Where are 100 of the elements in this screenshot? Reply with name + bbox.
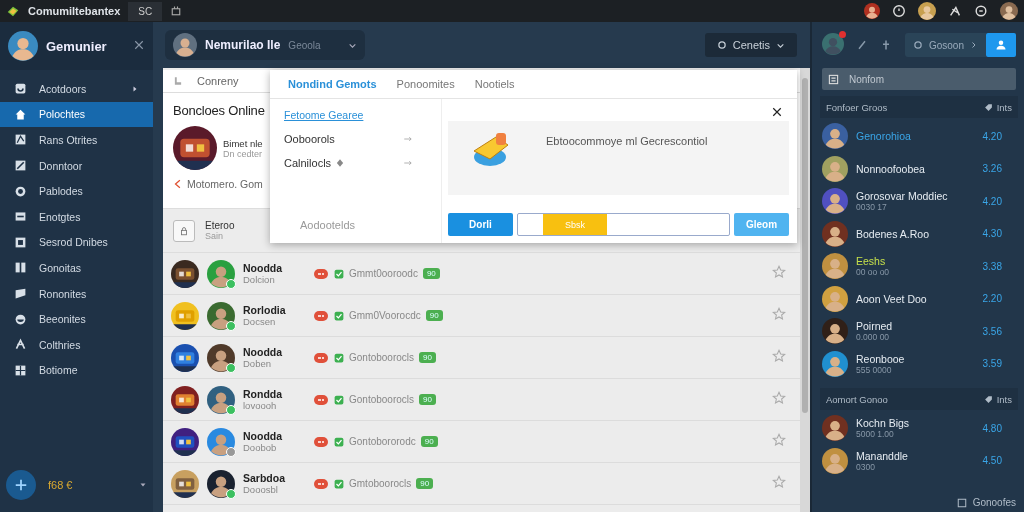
player-subtitle: Dolcion (243, 274, 276, 285)
avatar (173, 33, 197, 57)
avatar (822, 33, 844, 55)
avatar (864, 3, 880, 19)
nav-item[interactable]: Rans Otrites (0, 127, 153, 153)
smile-icon (14, 82, 27, 96)
star-icon (772, 433, 786, 447)
friend-item[interactable]: Aoon Veet Doo 2.20 (822, 282, 1016, 315)
scrollbar[interactable] (800, 68, 810, 512)
lock-icon (179, 225, 189, 236)
avatar (1000, 2, 1018, 20)
friend-subtitle: 555 0000 (856, 364, 893, 375)
avatar (822, 155, 848, 182)
section-action[interactable]: Ints (983, 393, 1012, 405)
star-icon (772, 307, 786, 321)
rating-text: 3.26 (982, 163, 1002, 175)
section-action[interactable]: Ints (983, 101, 1012, 113)
rating-text: 3.38 (982, 260, 1002, 272)
tab[interactable]: Nootiels (474, 78, 515, 90)
option-item[interactable]: Calnilocls (284, 157, 427, 169)
player-name: Noodda (243, 346, 284, 358)
friend-name: Mananddle (856, 449, 909, 462)
row-title: Eteroo (205, 220, 235, 231)
nav-item[interactable]: Pablodes (0, 178, 153, 204)
check-icon (334, 310, 344, 321)
nav-item[interactable]: Botiome (0, 357, 153, 384)
player-subtitle: Doben (243, 358, 272, 369)
friend-subtitle: 0.000 00 (856, 332, 891, 343)
status-text: Gmm0Voorocdc (349, 310, 421, 321)
friend-subtitle: 0030 17 (856, 202, 888, 213)
rating-text: 4.80 (982, 422, 1002, 434)
friend-name: Kochn Bigs (856, 417, 911, 430)
caret-icon (131, 84, 139, 93)
nav-item[interactable]: Sesrod Dnibes (0, 229, 153, 256)
dropdown-button[interactable]: Cenetis (704, 33, 797, 57)
nav-item[interactable]: Colthries (0, 331, 153, 358)
avatar (8, 31, 38, 61)
arrow-icon (403, 134, 413, 144)
tab[interactable]: Ponoomites (396, 78, 455, 90)
option-item[interactable]: Ooboorols (284, 133, 427, 145)
status-text: Gontoboorocls (349, 394, 415, 405)
columns-icon (14, 261, 27, 275)
nav-item[interactable]: Beeonites (0, 306, 153, 332)
friend-name: Poirned (856, 320, 894, 333)
status-text: Gontobororodc (349, 436, 416, 447)
avatar (822, 285, 848, 312)
bookmark-icon (173, 76, 183, 86)
friend-name: Eeshs (856, 255, 887, 268)
home-icon (14, 107, 27, 121)
avatar (207, 427, 235, 456)
tag-icon (983, 394, 993, 404)
friend-item[interactable]: Kochn Bigs 5000 1.00 4.80 (822, 412, 1016, 445)
lock-button[interactable] (173, 219, 195, 242)
check-icon (334, 394, 344, 405)
avatar (207, 469, 235, 498)
count-badge: 90 (416, 478, 434, 489)
add-friend-button[interactable] (986, 33, 1016, 57)
tab[interactable]: Nondind Gemots (288, 78, 377, 90)
row-subtitle: Sain (205, 231, 224, 241)
friend-item[interactable]: Poirned 0.000 00 3.56 (822, 315, 1016, 348)
player-subtitle: lovoooh (243, 400, 278, 411)
friend-item[interactable]: Bodenes A.Roo 4.30 (822, 217, 1016, 250)
rating-text: 3.56 (982, 325, 1002, 337)
cloud-icon (14, 312, 27, 326)
friend-item[interactable]: Eeshs 00 oo o0 3.38 (822, 250, 1016, 283)
count-badge: 90 (425, 310, 443, 321)
friend-item[interactable]: Nonnoofoobea 3.26 (822, 152, 1016, 185)
balance-text: f68 € (48, 479, 74, 491)
friend-item[interactable]: Mananddle 0300 4.50 (822, 444, 1016, 477)
progress-fill: Sbsk (543, 214, 607, 235)
nav-item[interactable]: Gonoitas (0, 255, 153, 281)
search-button[interactable]: Gosoon (904, 33, 986, 57)
add-button[interactable] (6, 470, 36, 500)
nav-item[interactable]: Polochtes (0, 101, 153, 128)
tab[interactable]: Conreny (197, 75, 239, 87)
check-icon (334, 478, 344, 489)
nav-item[interactable]: Rononites (0, 280, 153, 307)
chat-icon (974, 4, 988, 18)
nav-item[interactable]: Enotgtes (0, 203, 153, 230)
flag-icon (14, 287, 27, 301)
friend-item[interactable]: Genorohioa 4.20 (822, 120, 1016, 153)
avatar (822, 350, 848, 377)
nav-item[interactable]: Acotdoors (0, 76, 153, 102)
star-icon (772, 349, 786, 363)
friend-item[interactable]: Reonbooe 555 0000 3.59 (822, 347, 1016, 380)
friend-item[interactable]: Gorosovar Moddiec 0030 17 4.20 (822, 185, 1016, 218)
search-field[interactable]: Nonfom (822, 68, 1016, 90)
rating-text: 3.59 (982, 358, 1002, 370)
tab[interactable]: SC (128, 1, 163, 21)
search-input[interactable]: Nonfom (849, 68, 1010, 90)
nav-item[interactable]: Donntoor (0, 152, 153, 179)
link[interactable]: Fetoome Gearee (284, 109, 427, 121)
section-title: Fonfoer Groos (826, 101, 888, 113)
edit-icon (14, 159, 27, 173)
footer-link[interactable]: Gonoofes (972, 497, 1016, 508)
profile-selector[interactable]: Nemurilao Ile Geoola (165, 30, 365, 60)
friend-subtitle: 5000 1.00 (856, 429, 895, 440)
friend-name: Nonnoofoobea (856, 162, 926, 175)
share-icon (173, 179, 183, 189)
friend-name: Bodenes A.Roo (856, 227, 930, 240)
